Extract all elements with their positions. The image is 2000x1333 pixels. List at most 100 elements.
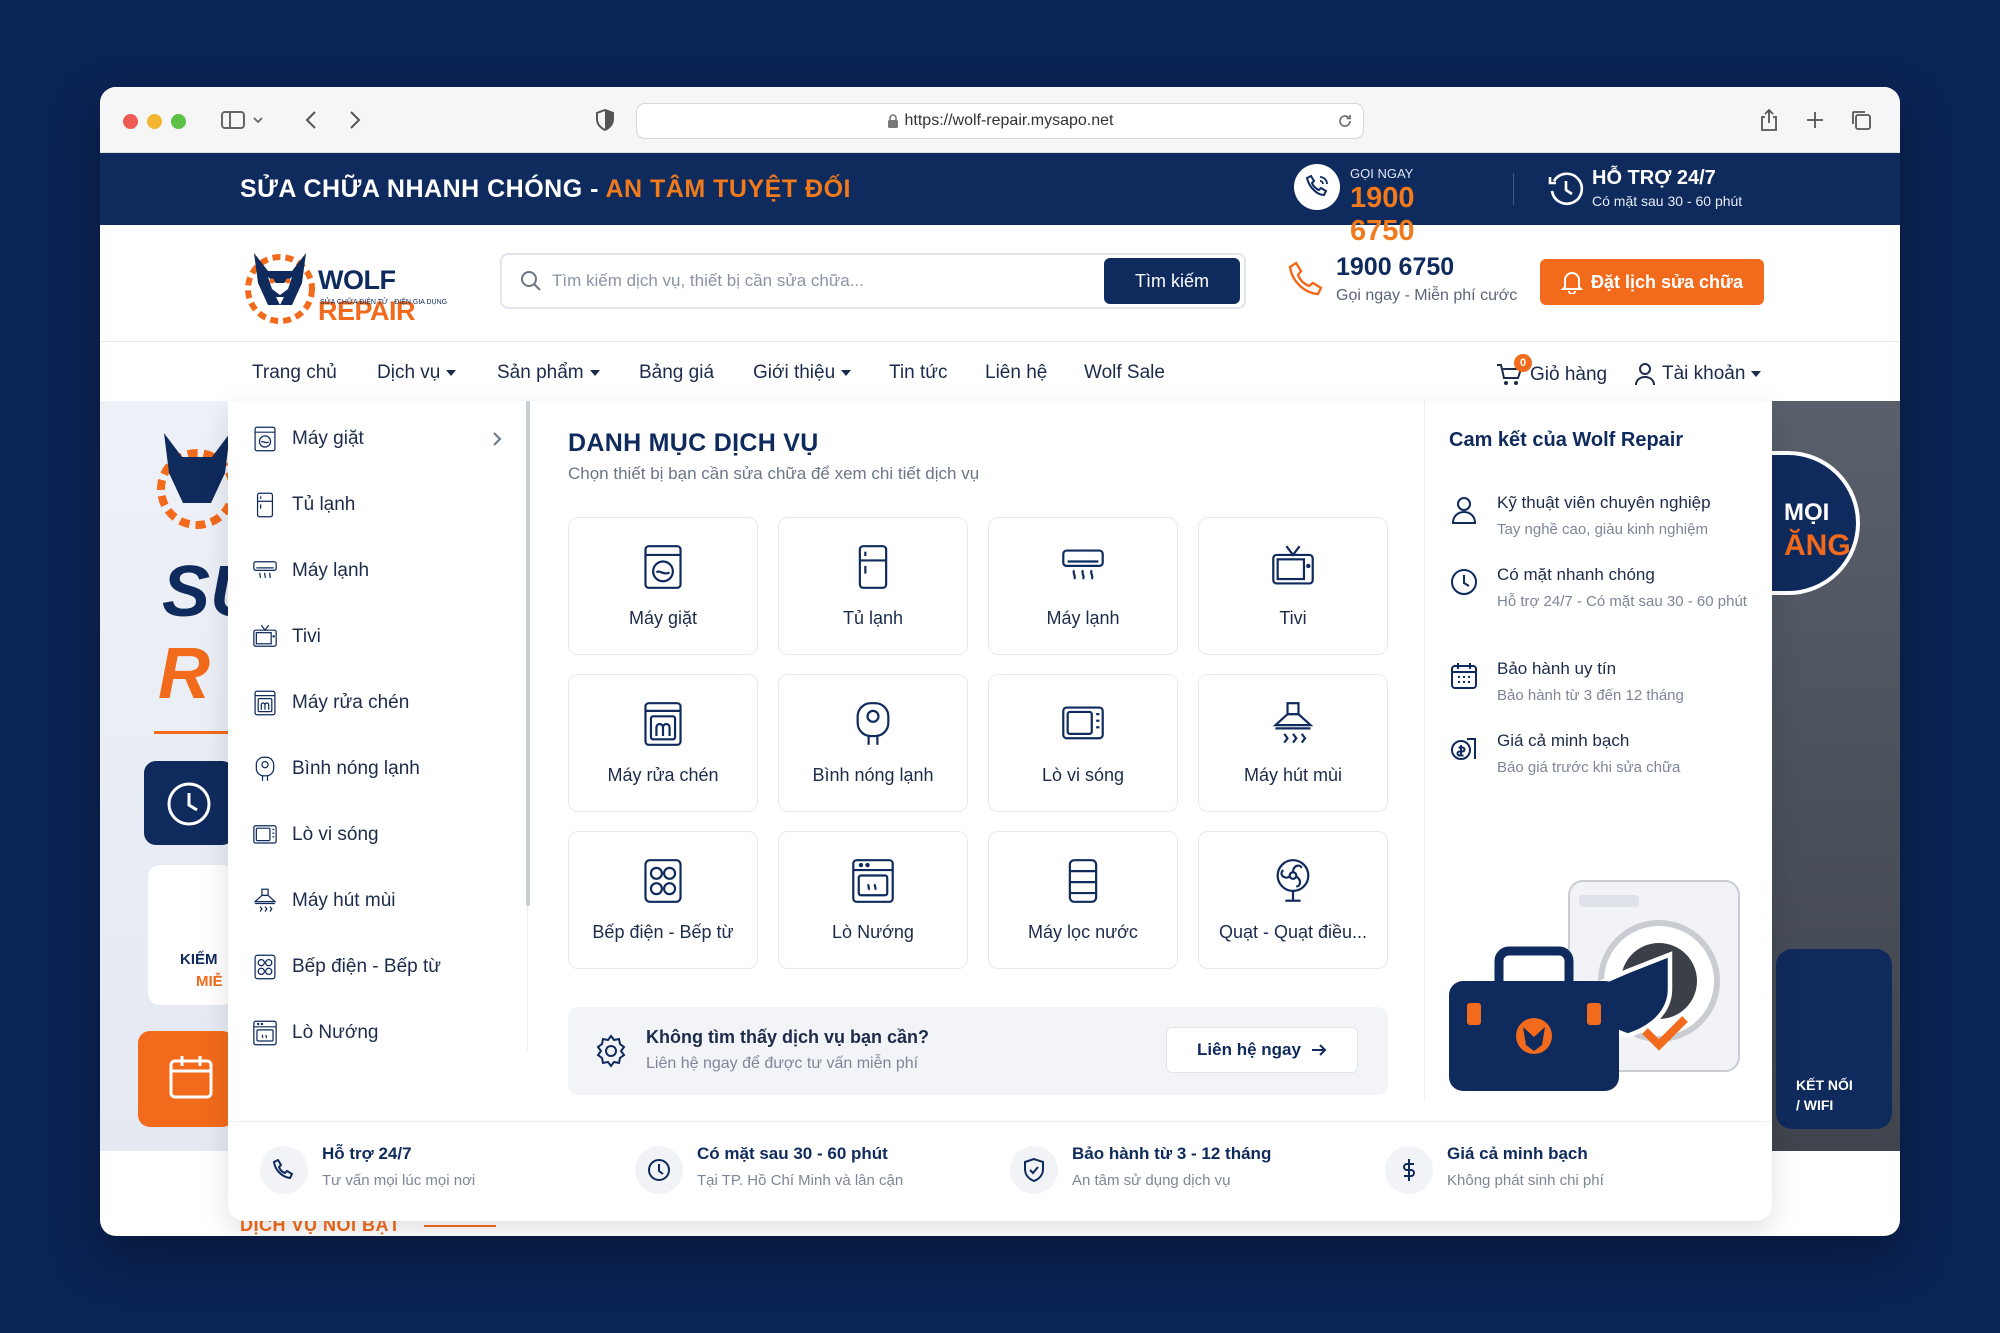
book-repair-button[interactable]: Đặt lịch sửa chữa [1540,259,1764,305]
microwave-icon [253,825,277,844]
sidebar-item-air-conditioner[interactable]: Máy lạnh [252,551,512,591]
service-card-air-conditioner[interactable]: Máy lạnh [988,517,1178,655]
service-card-fan[interactable]: Quạt - Quạt điều... [1198,831,1388,969]
search-input[interactable] [552,271,1104,291]
clock-support-icon [1548,172,1584,206]
sidebar-item-tv[interactable]: Tivi [252,617,512,657]
nav-item-pricing[interactable]: Bảng giá [639,362,714,384]
service-card-label: Máy lọc nước [1028,921,1138,942]
dollar-icon [1385,1146,1433,1194]
back-icon[interactable] [296,105,326,135]
fridge-icon [256,492,274,518]
book-repair-label: Đặt lịch sửa chữa [1590,271,1744,292]
service-card-label: Lò Nướng [832,921,914,942]
cooktop-icon [254,954,276,980]
service-card-microwave[interactable]: Lò vi sóng [988,674,1178,812]
sidebar-item-fridge[interactable]: Tủ lạnh [252,485,512,525]
call-now-box[interactable]: GỌI NGAY 1900 6750 [1294,164,1484,247]
forward-icon[interactable] [340,105,370,135]
new-tab-icon[interactable] [1800,105,1830,135]
caret-down-icon [446,370,457,376]
wolf-logo-icon [245,253,315,324]
range-hood-icon [253,888,277,912]
nav-item-about[interactable]: Giới thiệu [753,362,852,384]
browser-window: https://wolf-repair.mysapo.net SỬA CHỮA … [100,87,1900,1236]
sidebar-item-range-hood[interactable]: Máy hút mùi [252,881,512,921]
logo-text-wolf: WOLF [318,265,396,295]
sidebar-item-washer[interactable]: Máy giặt [252,419,512,459]
sidebar-toggle-icon[interactable] [218,105,248,135]
chevron-down-icon[interactable] [248,105,268,135]
lock-icon [887,114,898,128]
support-title: HỖ TRỢ 24/7 [1592,167,1716,189]
sidebar-item-microwave[interactable]: Lò vi sóng [252,815,512,855]
phone-icon [1288,261,1323,296]
sidebar-item-oven[interactable]: Lò Nướng [252,1013,512,1051]
service-card-water-purifier[interactable]: Máy lọc nước [988,831,1178,969]
price-icon [1451,738,1476,760]
minimize-window-button[interactable] [147,114,162,129]
nav-item-products[interactable]: Sản phẩm [497,362,600,384]
address-bar[interactable]: https://wolf-repair.mysapo.net [636,103,1364,139]
account-menu[interactable]: Tài khoản [1634,362,1762,386]
support-subtitle: Có mặt sau 30 - 60 phút [1592,193,1743,209]
cart-label: Giỏ hàng [1530,364,1608,385]
maximize-window-button[interactable] [171,114,186,129]
cart-link[interactable]: 0 Giỏ hàng [1496,354,1608,388]
feature-item: Có mặt sau 30 - 60 phút Tại TP. Hồ Chí Mi… [635,1144,975,1204]
feature-title: Bảo hành từ 3 - 12 tháng [1072,1144,1272,1163]
service-card-dishwasher[interactable]: Máy rửa chén [568,674,758,812]
sidebar-item-dishwasher[interactable]: Máy rửa chén [252,683,512,723]
reload-icon[interactable] [1337,113,1353,129]
hero-wifi-text-2: / WIFI [1796,1097,1834,1113]
service-card-range-hood[interactable]: Máy hút mùi [1198,674,1388,812]
service-card-oven[interactable]: Lò Nướng [778,831,968,969]
service-card-label: Máy giặt [628,607,698,628]
range-hood-icon [1272,701,1314,743]
nav-item-services[interactable]: Dịch vụ [377,362,457,384]
feature-item: Hỗ trợ 24/7 Tư vấn mọi lúc mọi nơi [260,1144,600,1204]
search-button[interactable]: Tìm kiếm [1104,258,1240,304]
tabs-overview-icon[interactable] [1846,105,1876,135]
oven-icon [852,858,894,903]
privacy-shield-icon[interactable] [590,105,620,135]
close-window-button[interactable] [123,114,138,129]
hero-wifi-card: KẾT NỐI / WIFI [1776,949,1892,1129]
service-card-washer[interactable]: Máy giặt [568,517,758,655]
catalog-subtitle: Chọn thiết bị bạn cần sửa chữa để xem ch… [568,464,980,483]
nav-item-wolf-sale[interactable]: Wolf Sale [1084,362,1165,384]
wolf-repair-logo[interactable]: WOLF REPAIR SỬA CHỮA ĐIỆN TỬ · ĐIỆN GIA … [240,243,470,326]
fan-icon [1276,858,1310,902]
share-icon[interactable] [1754,105,1784,135]
caret-down-icon [1751,371,1762,377]
logo-tagline: SỬA CHỮA ĐIỆN TỬ · ĐIỆN GIA DỤNG [320,299,448,306]
service-card-label: Quạt - Quạt điều... [1218,921,1368,942]
contact-now-button[interactable]: Liên hệ ngay [1166,1027,1358,1073]
clock-icon [167,782,211,826]
hero-clock-card [144,761,234,845]
fridge-icon [858,544,888,589]
nav-label: Trang chủ [252,362,337,383]
air-conditioner-icon [1062,548,1104,580]
bell-icon [1560,272,1583,294]
service-card-fridge[interactable]: Tủ lạnh [778,517,968,655]
chevron-right-icon [493,432,502,446]
nav-item-contact[interactable]: Liên hệ [985,362,1047,384]
clock-icon [635,1146,683,1194]
service-card-cooktop[interactable]: Bếp điện - Bếp từ [568,831,758,969]
service-card-water-heater[interactable]: Bình nóng lạnh [778,674,968,812]
shield-check-icon [1010,1146,1058,1194]
service-card-label: Lò vi sóng [1041,764,1125,785]
sidebar-item-cooktop[interactable]: Bếp điện - Bếp từ [252,947,512,987]
feature-subtitle: Tư vấn mọi lúc mọi nơi [322,1172,476,1189]
account-label: Tài khoản [1662,363,1746,384]
site-header: WOLF REPAIR SỬA CHỮA ĐIỆN TỬ · ĐIỆN GIA … [100,225,1900,342]
sidebar-item-water-heater[interactable]: Bình nóng lạnh [252,749,512,789]
nav-item-news[interactable]: Tin tức [889,362,947,384]
hero-right-badge-text-2: ĂNG [1784,529,1851,562]
user-icon [1635,363,1655,386]
nav-item-home[interactable]: Trang chủ [252,362,337,384]
service-card-tv[interactable]: Tivi [1198,517,1388,655]
sidebar-scrollbar[interactable] [526,401,530,906]
sidebar-item-label: Máy giặt [292,428,364,449]
